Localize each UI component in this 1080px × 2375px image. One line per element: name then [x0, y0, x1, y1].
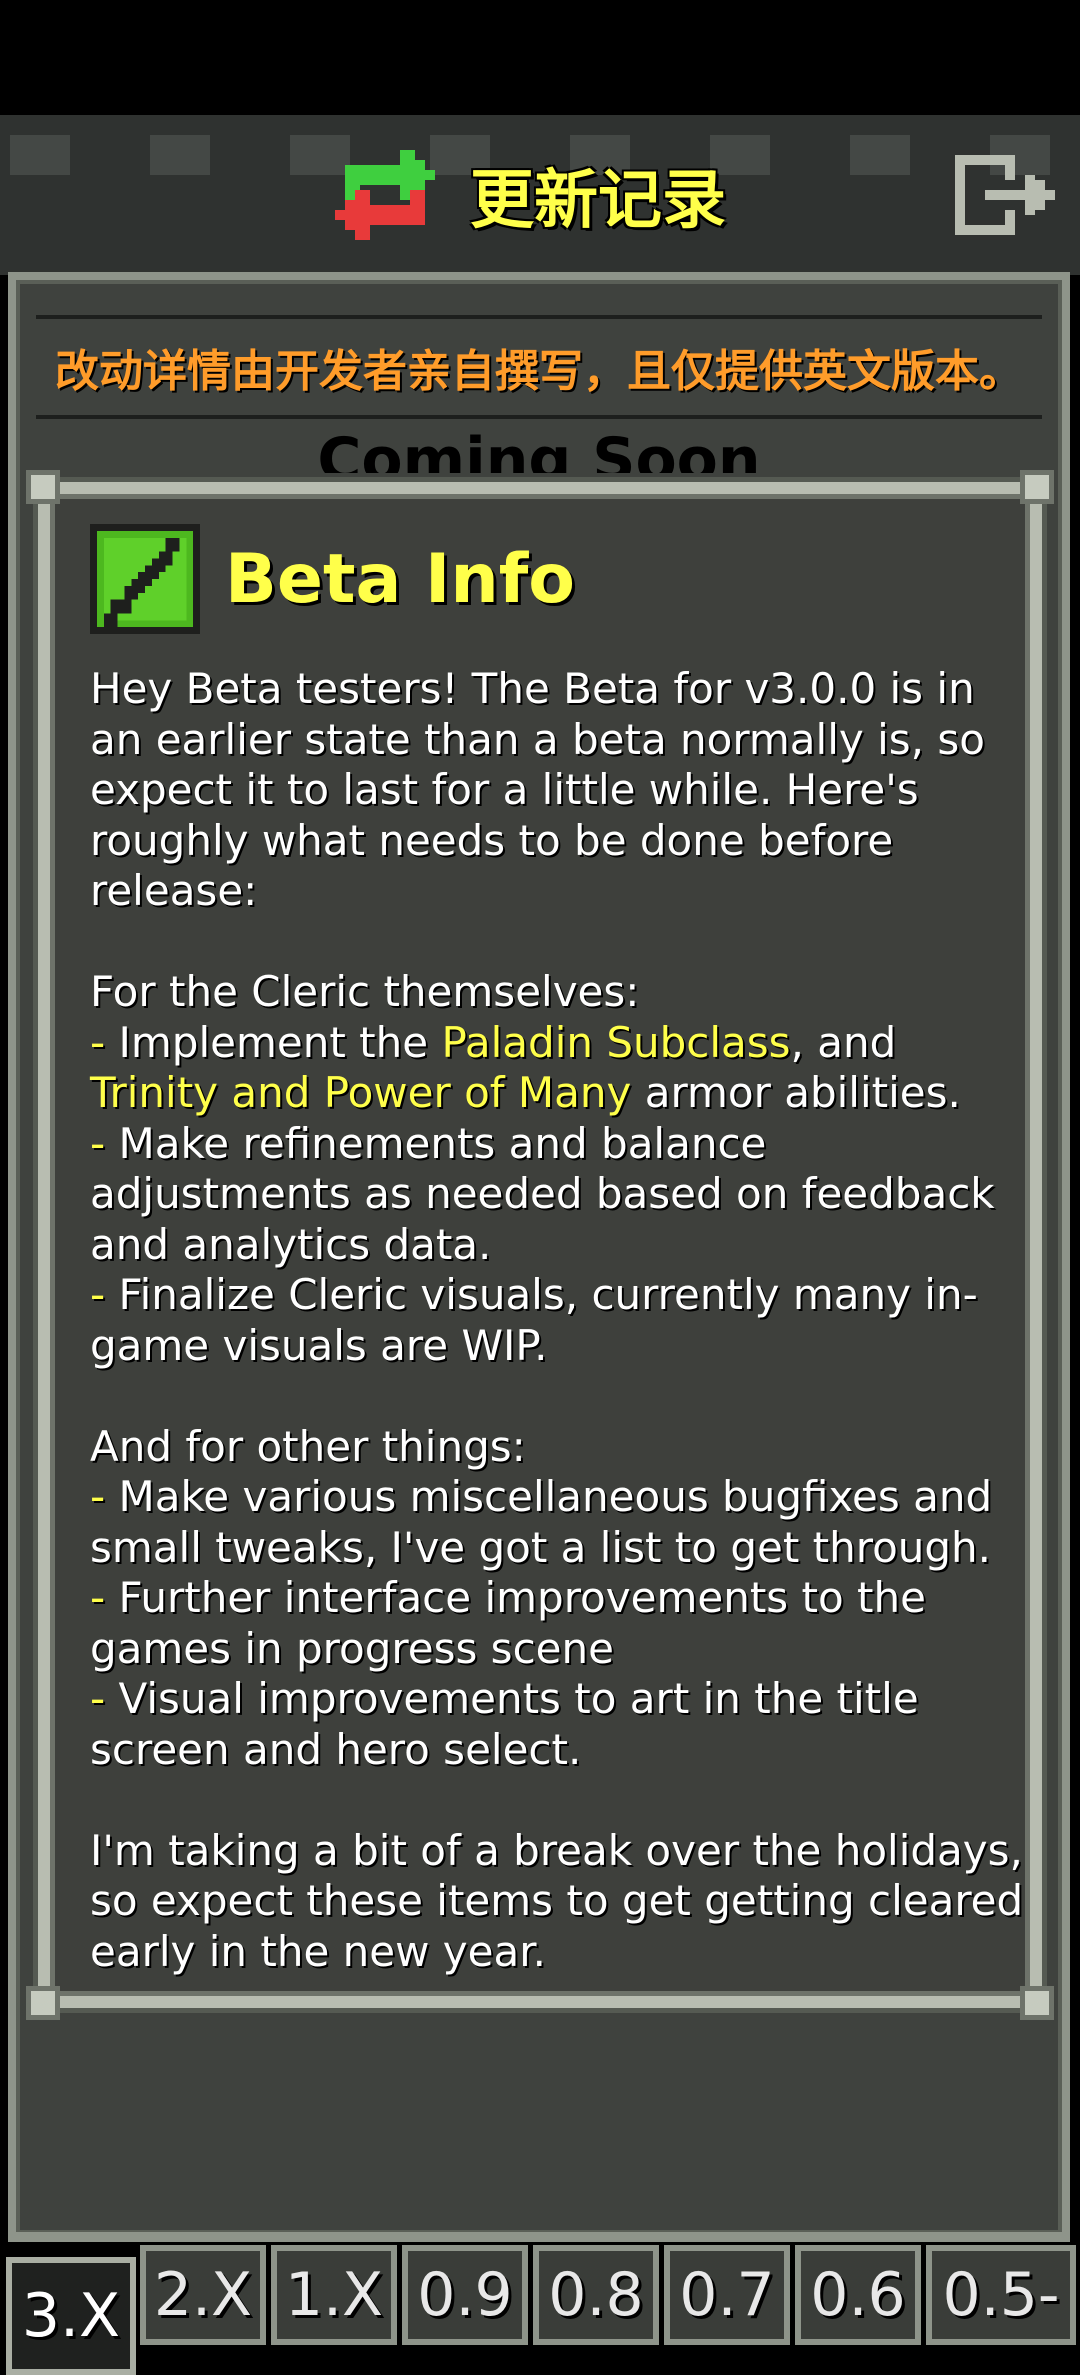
list-item: - Make refinements and balance adjustmen… — [90, 1118, 995, 1269]
page-title: 更新记录 — [470, 164, 726, 238]
list-item: - Make various miscellaneous bugfixes an… — [90, 1472, 993, 1572]
intro-paragraph: Hey Beta testers! The Beta for v3.0.0 is… — [90, 664, 985, 915]
tab-0-6[interactable]: 0.6 — [795, 2245, 921, 2345]
refresh-arrows-icon — [335, 150, 435, 240]
dialog-header: Beta Info — [90, 524, 575, 634]
tab-0-5[interactable]: 0.5- — [926, 2245, 1076, 2345]
frame-corner — [26, 470, 60, 504]
tab-0-7[interactable]: 0.7 — [664, 2245, 790, 2345]
highlight-trinity: Trinity and Power of Many — [90, 1068, 632, 1117]
highlight-paladin: Paladin Subclass — [441, 1017, 791, 1067]
frame-corner — [26, 1986, 60, 2020]
tab-2x[interactable]: 2.X — [140, 2245, 266, 2345]
green-sword-icon — [90, 524, 200, 634]
list-item: - Implement the Paladin Subclass, and Tr… — [90, 1017, 961, 1118]
dialog-title: Beta Info — [225, 539, 576, 619]
version-tabs: 3.X 2.X 1.X 0.9 0.8 0.7 0.6 0.5- — [0, 2245, 1080, 2375]
tab-0-8[interactable]: 0.8 — [533, 2245, 659, 2345]
cleric-heading: For the Cleric themselves: — [90, 967, 640, 1016]
list-item: - Finalize Cleric visuals, currently man… — [90, 1270, 978, 1370]
divider — [8, 2232, 1070, 2240]
coming-soon-heading: Coming Soon — [317, 425, 761, 473]
beta-info-dialog[interactable]: Beta Info Hey Beta testers! The Beta for… — [26, 470, 1054, 2020]
frame-corner — [1020, 470, 1054, 504]
divider — [36, 415, 1042, 419]
divider — [36, 315, 1042, 319]
dialog-body[interactable]: Hey Beta testers! The Beta for v3.0.0 is… — [90, 664, 1030, 1977]
tab-0-9[interactable]: 0.9 — [402, 2245, 528, 2345]
header-title-group: 更新记录 — [330, 135, 726, 255]
list-item: - Further interface improvements to the … — [90, 1573, 926, 1673]
header-bar: 更新记录 — [0, 115, 1080, 275]
translation-notice: 改动详情由开发者亲自撰写，且仅提供英文版本。 — [55, 346, 1023, 397]
exit-door-icon[interactable] — [950, 150, 1060, 240]
list-item: - Visual improvements to art in the titl… — [90, 1674, 919, 1774]
frame-corner — [1020, 1986, 1054, 2020]
closing-paragraph: I'm taking a bit of a break over the hol… — [90, 1825, 1024, 1976]
tab-3x[interactable]: 3.X — [6, 2257, 136, 2375]
other-heading: And for other things: — [90, 1421, 526, 1471]
tab-1x[interactable]: 1.X — [271, 2245, 397, 2345]
